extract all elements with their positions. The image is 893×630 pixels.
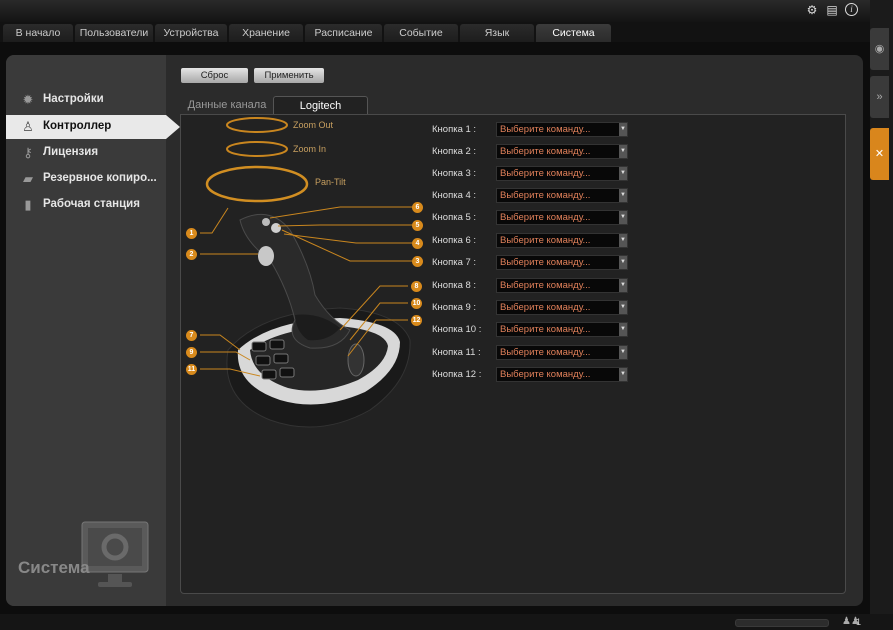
folder-icon: ▰ <box>23 171 33 186</box>
button-8-select[interactable]: Выберите команду... ▼ <box>496 278 628 293</box>
chevron-down-icon: ▼ <box>619 323 627 336</box>
user-count: 1 <box>856 617 862 627</box>
button-2-label: Кнопка 2 : <box>432 146 477 157</box>
marker-11: 11 <box>186 364 197 375</box>
button-7-label: Кнопка 7 : <box>432 257 477 268</box>
tab-schedule[interactable]: Расписание <box>305 24 382 42</box>
marker-4: 4 <box>412 238 423 249</box>
system-monitor-icon <box>81 521 149 587</box>
button-9-label: Кнопка 9 : <box>432 302 477 313</box>
button-12-select[interactable]: Выберите команду... ▼ <box>496 367 628 382</box>
eye-icon[interactable]: ◉ <box>870 28 889 70</box>
chevron-down-icon: ▼ <box>619 368 627 381</box>
button-11-select[interactable]: Выберите команду... ▼ <box>496 345 628 360</box>
button-5-select[interactable]: Выберите команду... ▼ <box>496 210 628 225</box>
tools-icon[interactable]: ✕ <box>870 128 889 180</box>
button-5-label: Кнопка 5 : <box>432 212 477 223</box>
button-10-label: Кнопка 10 : <box>432 324 482 335</box>
button-7-select[interactable]: Выберите команду... ▼ <box>496 255 628 270</box>
key-icon: ⚷ <box>23 145 33 160</box>
computer-icon: ▮ <box>24 197 32 212</box>
document-icon[interactable]: ▤ <box>825 3 839 17</box>
tab-events[interactable]: Событие <box>384 24 458 42</box>
pan-tilt-label: Pan-Tilt <box>315 177 346 187</box>
joystick-icon: ♙ <box>22 119 34 134</box>
chevron-down-icon: ▼ <box>619 211 627 224</box>
zoom-out-ring <box>226 117 288 133</box>
chevron-down-icon: ▼ <box>619 145 627 158</box>
chevron-down-icon: ▼ <box>619 189 627 202</box>
chevron-down-icon: ▼ <box>619 234 627 247</box>
tab-users[interactable]: Пользователи <box>75 24 153 42</box>
sidebar-item-label: Контроллер <box>43 120 112 132</box>
sidebar-item-workstation[interactable]: ▮ Рабочая станция <box>6 193 166 217</box>
chevron-down-icon: ▼ <box>619 279 627 292</box>
zoom-in-ring <box>226 141 288 157</box>
marker-7: 7 <box>186 330 197 341</box>
button-9-select[interactable]: Выберите команду... ▼ <box>496 300 628 315</box>
button-11-label: Кнопка 11 : <box>432 347 481 358</box>
settings-icon[interactable]: ⚙ <box>805 3 819 17</box>
tab-system[interactable]: Система <box>536 24 611 42</box>
sidebar-item-backup[interactable]: ▰ Резервное копиро... <box>6 167 166 191</box>
marker-1: 1 <box>186 228 197 239</box>
reset-button[interactable]: Сброс <box>181 68 248 83</box>
marker-5: 5 <box>412 220 423 231</box>
sidebar-item-label: Настройки <box>43 93 104 105</box>
sidebar-footer-title: Система <box>18 558 90 577</box>
tab-channel-data[interactable]: Данные канала <box>183 96 271 114</box>
marker-8: 8 <box>411 281 422 292</box>
marker-12: 12 <box>411 315 422 326</box>
marker-6: 6 <box>412 202 423 213</box>
active-item-arrow <box>166 115 180 139</box>
marker-9: 9 <box>186 347 197 358</box>
button-6-select[interactable]: Выберите команду... ▼ <box>496 233 628 248</box>
marker-3: 3 <box>412 256 423 267</box>
marker-2: 2 <box>186 249 197 260</box>
button-1-select[interactable]: Выберите команду... ▼ <box>496 122 628 137</box>
sidebar-item-controller[interactable]: ♙ Контроллер <box>6 115 166 139</box>
zoom-out-label: Zoom Out <box>293 120 334 130</box>
button-4-label: Кнопка 4 : <box>432 190 477 201</box>
fast-forward-icon[interactable]: » <box>870 76 889 118</box>
tab-logitech[interactable]: Logitech <box>273 96 368 115</box>
info-icon[interactable]: i <box>845 3 858 16</box>
button-2-select[interactable]: Выберите команду... ▼ <box>496 144 628 159</box>
status-scrollbar[interactable] <box>735 619 829 627</box>
gear-icon: ✹ <box>22 92 34 107</box>
sidebar-item-label: Резервное копиро... <box>43 172 157 184</box>
zoom-in-label: Zoom In <box>293 144 327 154</box>
button-4-select[interactable]: Выберите команду... ▼ <box>496 188 628 203</box>
top-bar <box>0 0 870 22</box>
button-12-label: Кнопка 12 : <box>432 369 482 380</box>
tab-storage[interactable]: Хранение <box>229 24 303 42</box>
marker-10: 10 <box>411 298 422 309</box>
button-3-label: Кнопка 3 : <box>432 168 477 179</box>
pan-tilt-ring <box>205 165 309 203</box>
chevron-down-icon: ▼ <box>619 346 627 359</box>
sidebar-item-settings[interactable]: ✹ Настройки <box>6 88 166 112</box>
chevron-down-icon: ▼ <box>619 123 627 136</box>
joystick-image <box>200 206 412 428</box>
chevron-down-icon: ▼ <box>619 256 627 269</box>
button-1-label: Кнопка 1 : <box>432 124 477 135</box>
button-3-select[interactable]: Выберите команду... ▼ <box>496 166 628 181</box>
button-10-select[interactable]: Выберите команду... ▼ <box>496 322 628 337</box>
sidebar-item-license[interactable]: ⚷ Лицензия <box>6 141 166 165</box>
tab-home[interactable]: В начало <box>3 24 73 42</box>
sidebar-item-label: Рабочая станция <box>43 198 140 210</box>
apply-button[interactable]: Применить <box>254 68 324 83</box>
chevron-down-icon: ▼ <box>619 301 627 314</box>
button-6-label: Кнопка 6 : <box>432 235 477 246</box>
tab-language[interactable]: Язык <box>460 24 534 42</box>
button-8-label: Кнопка 8 : <box>432 280 477 291</box>
sidebar-item-label: Лицензия <box>43 146 99 158</box>
tab-devices[interactable]: Устройства <box>155 24 227 42</box>
chevron-down-icon: ▼ <box>619 167 627 180</box>
